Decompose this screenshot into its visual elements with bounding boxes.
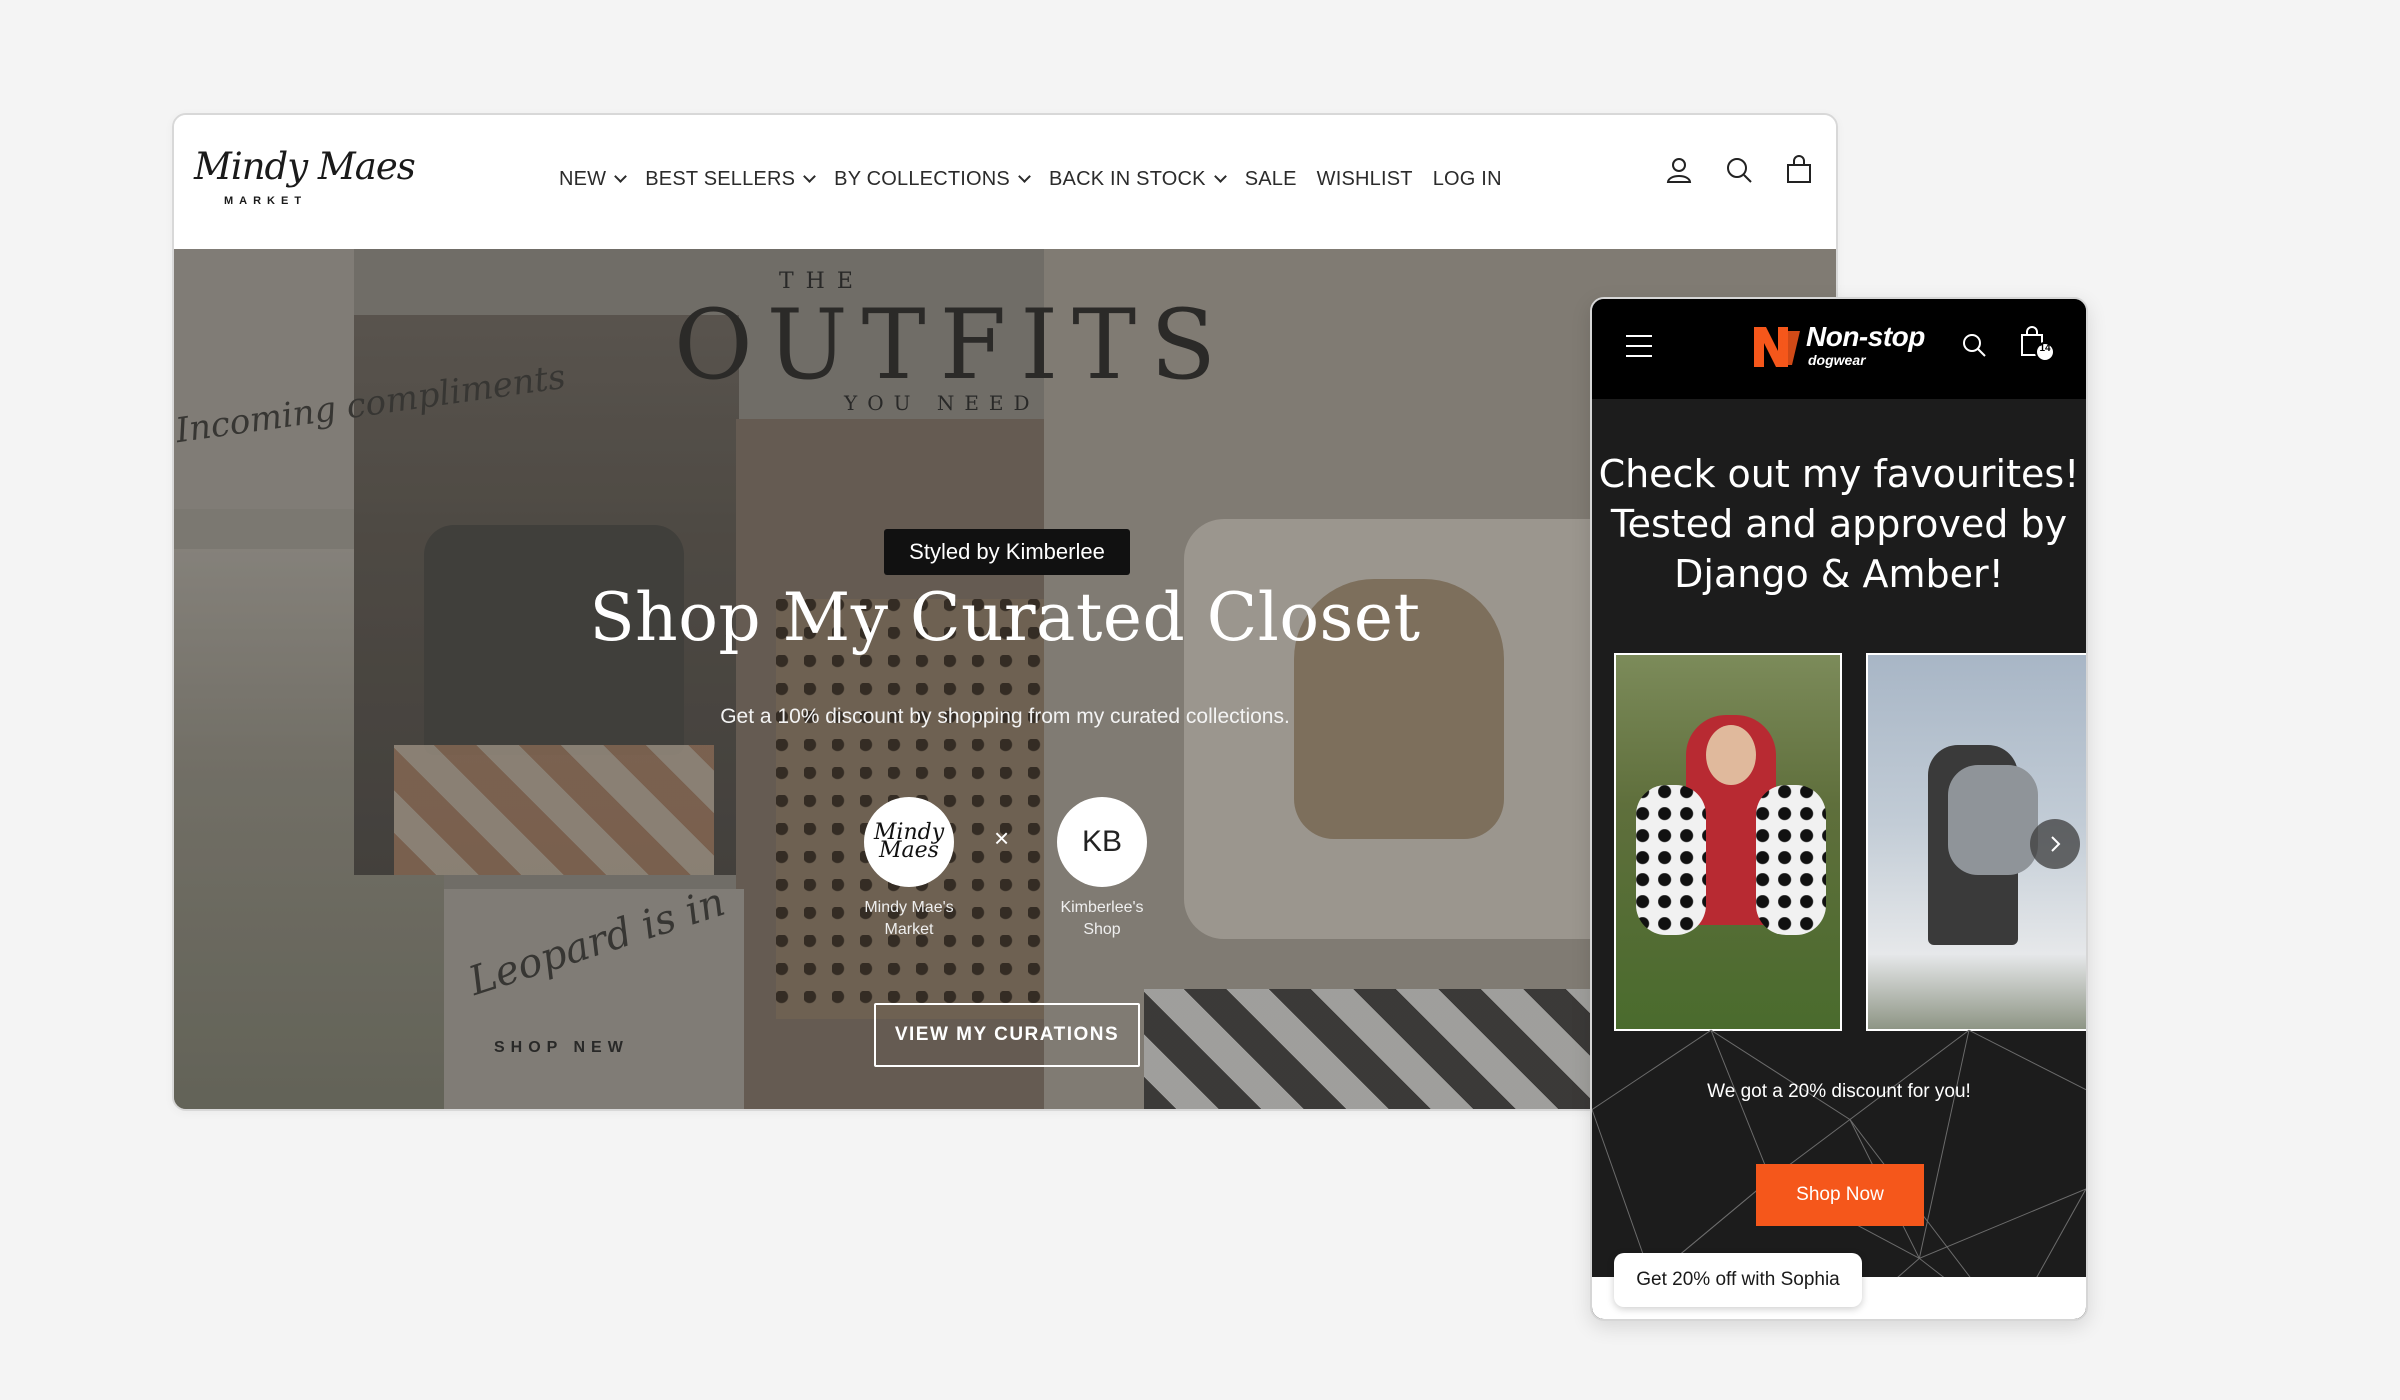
heading-line: Tested and approved by: [1610, 502, 2068, 546]
chevron-right-icon: [2051, 836, 2061, 852]
partner-label-line: Kimberlee's: [1060, 899, 1144, 916]
nav-label: SALE: [1244, 167, 1297, 190]
mobile-storefront-window: Non-stop dogwear 14 Check out my favouri…: [1590, 297, 2088, 1321]
view-my-curations-button[interactable]: VIEW MY CURATIONS: [874, 1003, 1140, 1067]
mobile-content: Check out my favourites! Tested and appr…: [1592, 399, 2086, 1319]
partner-label-kimberlee: Kimberlee's Shop: [1032, 897, 1172, 941]
chevron-down-icon: [1018, 169, 1031, 183]
hero-dim-overlay: [174, 249, 1836, 1109]
chevron-down-icon: [1213, 169, 1227, 183]
mindy-maes-logo[interactable]: Mindy Maes MARKET: [194, 145, 416, 215]
nav-label: WISHLIST: [1316, 167, 1413, 190]
cart-icon[interactable]: 14: [2014, 323, 2055, 363]
mobile-header: Non-stop dogwear 14: [1592, 299, 2086, 399]
nav-new[interactable]: NEW: [559, 167, 628, 191]
nav-back-in-stock[interactable]: BACK IN STOCK: [1048, 167, 1227, 191]
partner-label-line: Mindy Mae's: [864, 899, 954, 916]
partner-label-line: Shop: [1083, 921, 1121, 938]
hero-subtitle: Get a 10% discount by shopping from my c…: [720, 705, 1290, 728]
chevron-down-icon: [803, 169, 817, 183]
site-header: Mindy Maes MARKET NEW BEST SELLERS BY CO…: [174, 115, 1836, 249]
logo-subtitle: MARKET: [224, 195, 308, 207]
shop-now-button[interactable]: Shop Now: [1756, 1164, 1924, 1226]
nav-label: BACK IN STOCK: [1048, 167, 1206, 190]
discount-promo-text: We got a 20% discount for you!: [1707, 1081, 1971, 1102]
nav-by-collections[interactable]: BY COLLECTIONS: [834, 167, 1031, 191]
partner-avatar-kb: KB: [1057, 797, 1147, 887]
cart-count-badge: 14: [2039, 343, 2051, 354]
carousel-next-button[interactable]: [2030, 819, 2080, 869]
nav-label: BEST SELLERS: [645, 167, 796, 190]
nav-label: LOG IN: [1432, 167, 1502, 190]
search-icon[interactable]: [1960, 331, 1988, 359]
logo-name: Non-stop: [1806, 321, 1925, 352]
main-nav: NEW BEST SELLERS BY COLLECTIONS BACK IN …: [559, 159, 1522, 199]
mobile-heading: Check out my favourites! Tested and appr…: [1592, 449, 2086, 599]
nav-label: NEW: [559, 167, 607, 190]
nav-log-in[interactable]: LOG IN: [1433, 168, 1502, 191]
hero-banner: THE OUTFITS YOU NEED Incoming compliment…: [174, 249, 1836, 1109]
partner-avatar-mindy-maes: Mindy Maes: [864, 797, 954, 887]
cart-icon[interactable]: [1784, 155, 1814, 185]
desktop-storefront-window: Mindy Maes MARKET NEW BEST SELLERS BY CO…: [172, 113, 1838, 1111]
search-icon[interactable]: [1724, 155, 1754, 185]
styled-by-badge: Styled by Kimberlee: [884, 529, 1130, 575]
collab-times-symbol: ×: [994, 823, 1010, 853]
nav-label: BY COLLECTIONS: [834, 167, 1010, 190]
logo-sub: dogwear: [1808, 352, 1866, 368]
chat-promo-bubble[interactable]: Get 20% off with Sophia: [1614, 1253, 1862, 1307]
nav-sale[interactable]: SALE: [1245, 168, 1297, 191]
heading-line: Django & Amber!: [1674, 552, 2004, 596]
chevron-down-icon: [614, 169, 628, 183]
partner-label-mindy-maes: Mindy Mae's Market: [839, 897, 979, 941]
header-icons: [1664, 155, 1814, 185]
nav-best-sellers[interactable]: BEST SELLERS: [645, 167, 817, 191]
avatar-logo-text: Mindy Maes: [873, 820, 945, 863]
logo-script: Mindy Maes: [194, 145, 416, 188]
favourite-card-1[interactable]: [1614, 653, 1842, 1031]
nav-wishlist[interactable]: WISHLIST: [1317, 168, 1413, 191]
hamburger-menu-icon[interactable]: [1626, 335, 1652, 359]
non-stop-logo-mark: [1754, 327, 1800, 367]
partner-label-line: Market: [884, 921, 934, 938]
heading-line: Check out my favourites!: [1598, 452, 2080, 496]
account-icon[interactable]: [1664, 155, 1694, 185]
hero-title: Shop My Curated Closet: [589, 579, 1421, 656]
non-stop-dogwear-logo[interactable]: Non-stop dogwear: [1752, 321, 1942, 377]
